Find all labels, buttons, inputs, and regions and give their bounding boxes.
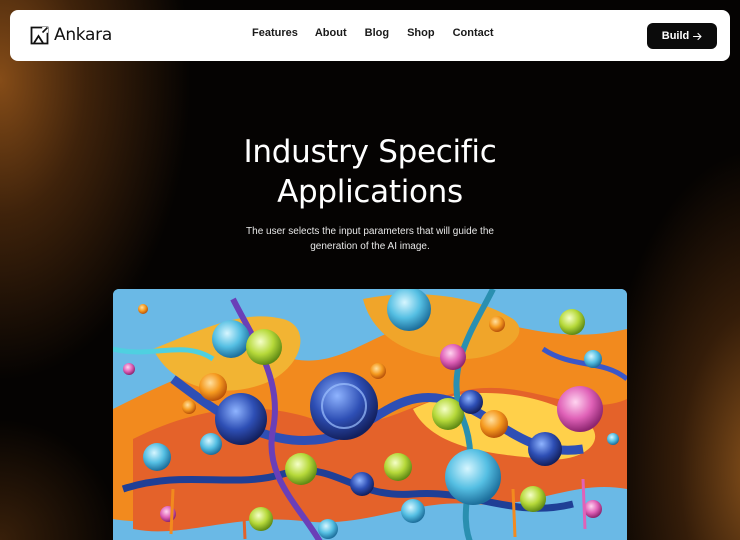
image-frame-icon	[30, 26, 49, 44]
nav-link-features[interactable]: Features	[252, 27, 298, 40]
hero-image	[113, 289, 627, 540]
build-button[interactable]: Build	[647, 23, 717, 49]
brand-logo[interactable]: Ankara	[30, 25, 112, 45]
arrow-right-icon	[693, 32, 702, 40]
hero-subtitle: The user selects the input parameters th…	[246, 226, 494, 252]
hero-title-line-2: Applications	[277, 174, 463, 210]
hero-title-line-1: Industry Specific	[243, 134, 497, 170]
abstract-art-illustration	[113, 289, 627, 540]
nav-link-about[interactable]: About	[315, 27, 347, 40]
nav-link-contact[interactable]: Contact	[453, 27, 494, 40]
build-button-label: Build	[661, 30, 690, 42]
navbar: Ankara Features About Blog Shop Contact …	[10, 10, 730, 61]
brand-name: Ankara	[54, 25, 112, 45]
hero-title: Industry Specific Applications	[0, 132, 740, 212]
nav-link-shop[interactable]: Shop	[407, 27, 435, 40]
main-nav: Features About Blog Shop Contact	[252, 27, 494, 40]
nav-link-blog[interactable]: Blog	[365, 27, 389, 40]
